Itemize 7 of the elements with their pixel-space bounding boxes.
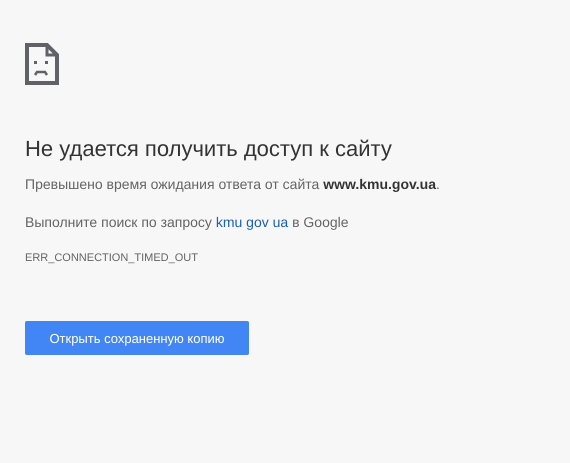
sad-page-icon <box>25 43 59 85</box>
error-code: ERR_CONNECTION_TIMED_OUT <box>25 251 198 265</box>
search-suggestion: Выполните поиск по запросу kmu gov ua в Google <box>25 213 349 232</box>
error-message: Превышено время ожидания ответа от сайта www.kmu.gov.ua. <box>25 175 440 194</box>
error-heading: Не удается получить доступ к сайту <box>25 135 392 163</box>
search-link[interactable]: kmu gov ua <box>216 214 288 230</box>
cached-copy-button[interactable]: Открыть сохраненную копию <box>25 321 249 355</box>
